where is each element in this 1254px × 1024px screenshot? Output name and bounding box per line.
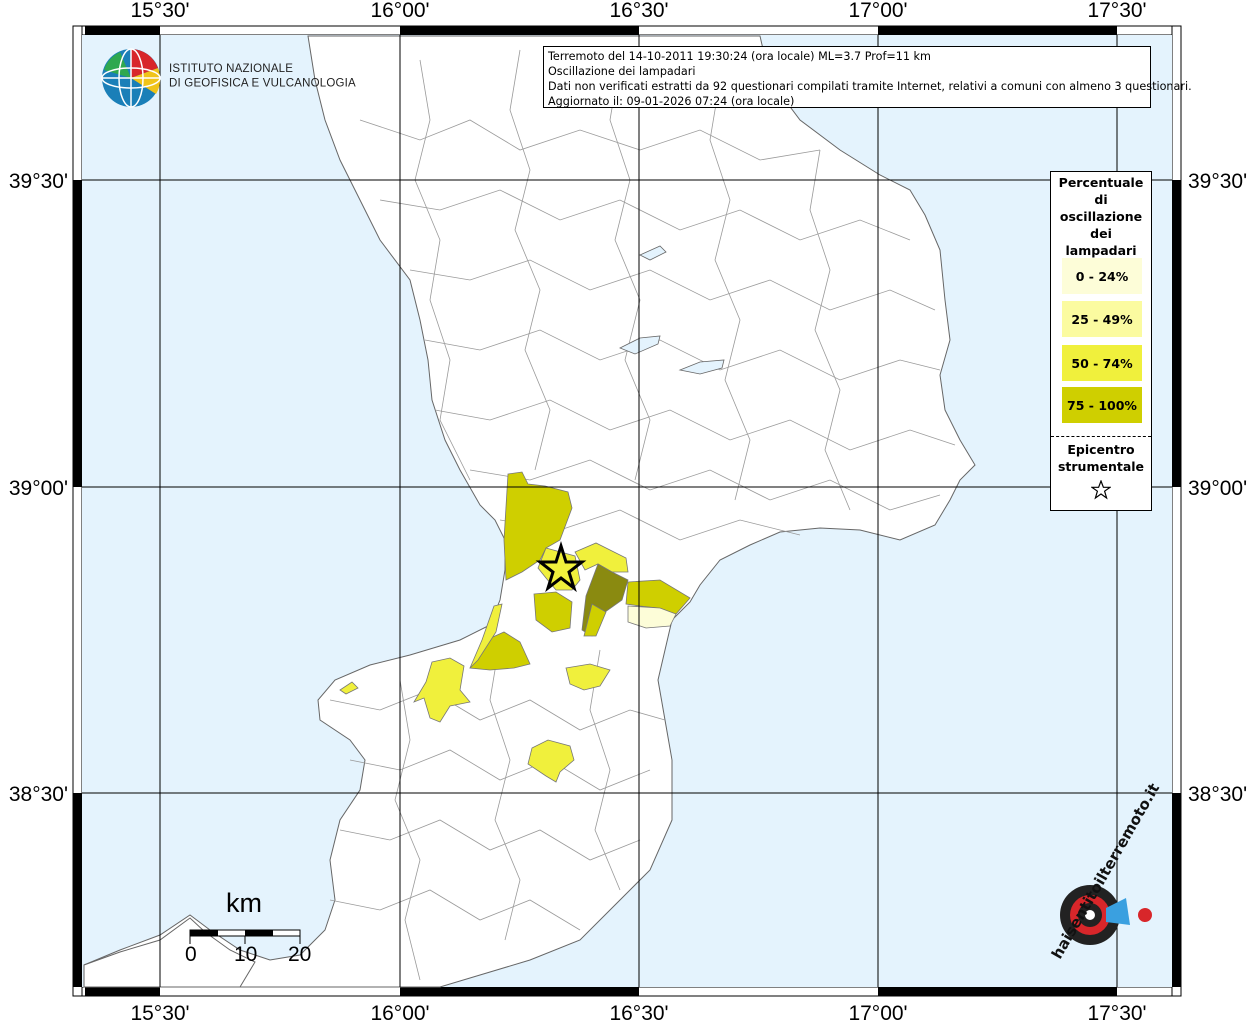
scale-tick-0: 0: [185, 943, 197, 966]
top-tick-2: 16°00': [370, 0, 429, 22]
legend-class-75-100: 75 - 100%: [1062, 387, 1142, 423]
event-info-box: Terremoto del 14-10-2011 19:30:24 (ora l…: [543, 46, 1192, 108]
top-tick-5: 17°30': [1087, 0, 1146, 22]
scale-unit: km: [226, 888, 262, 918]
bottom-tick-1: 15°30': [130, 1002, 189, 1024]
top-tick-4: 17°00': [848, 0, 907, 22]
bottom-tick-3: 16°30': [609, 1002, 668, 1024]
legend-title-line: Percentuale: [1058, 175, 1144, 190]
left-tick-2: 39°00': [9, 477, 68, 500]
top-tick-3: 16°30': [609, 0, 668, 22]
institute-line-1: ISTITUTO NAZIONALE: [169, 62, 294, 75]
institute-name: ISTITUTO NAZIONALE DI GEOFISICA E VULCAN…: [169, 61, 356, 90]
legend: Percentuale di oscillazione dei lampadar…: [1050, 171, 1152, 511]
legend-title-line: lampadari: [1065, 243, 1137, 258]
intensity-map: 15°30' 16°00' 16°30' 17°00' 17°30' 15°30…: [9, 0, 1247, 1024]
bottom-tick-2: 16°00': [370, 1002, 429, 1024]
scale-tick-10: 10: [234, 943, 258, 966]
left-tick-3: 38°30': [9, 783, 68, 806]
right-tick-2: 39°00': [1188, 477, 1247, 500]
scale-tick-20: 20: [288, 943, 312, 966]
bottom-tick-5: 17°30': [1087, 1002, 1146, 1024]
update-time: Aggiornato il: 09-01-2026 07:24 (ora loc…: [548, 95, 795, 108]
bottom-tick-4: 17°00': [848, 1002, 907, 1024]
legend-class-25-49: 25 - 49%: [1062, 301, 1142, 337]
top-tick-1: 15°30': [130, 0, 189, 22]
legend-title-line: di: [1094, 192, 1108, 207]
right-tick-3: 38°30': [1188, 783, 1247, 806]
institute-line-2: DI GEOFISICA E VULCANOLOGIA: [169, 77, 356, 90]
data-note: Dati non verificati estratti da 92 quest…: [548, 80, 1192, 93]
star-icon: [1091, 480, 1111, 500]
legend-epicenter-title: Epicentro strumentale: [1051, 441, 1151, 475]
legend-title-line: dei: [1090, 226, 1112, 241]
legend-title: Percentuale di oscillazione dei lampadar…: [1051, 174, 1151, 259]
ingv-logo-icon: [101, 48, 161, 108]
legend-title-line: oscillazione: [1059, 209, 1143, 224]
legend-epicenter-line: Epicentro: [1067, 442, 1135, 457]
left-tick-1: 39°30': [9, 170, 68, 193]
event-description: Terremoto del 14-10-2011 19:30:24 (ora l…: [548, 50, 931, 63]
legend-class-50-74: 50 - 74%: [1062, 345, 1142, 381]
legend-separator: [1051, 436, 1151, 437]
legend-class-0-24: 0 - 24%: [1062, 258, 1142, 294]
map-subject: Oscillazione dei lampadari: [548, 65, 696, 78]
right-tick-1: 39°30': [1188, 170, 1247, 193]
legend-epicenter-line: strumentale: [1057, 459, 1145, 474]
